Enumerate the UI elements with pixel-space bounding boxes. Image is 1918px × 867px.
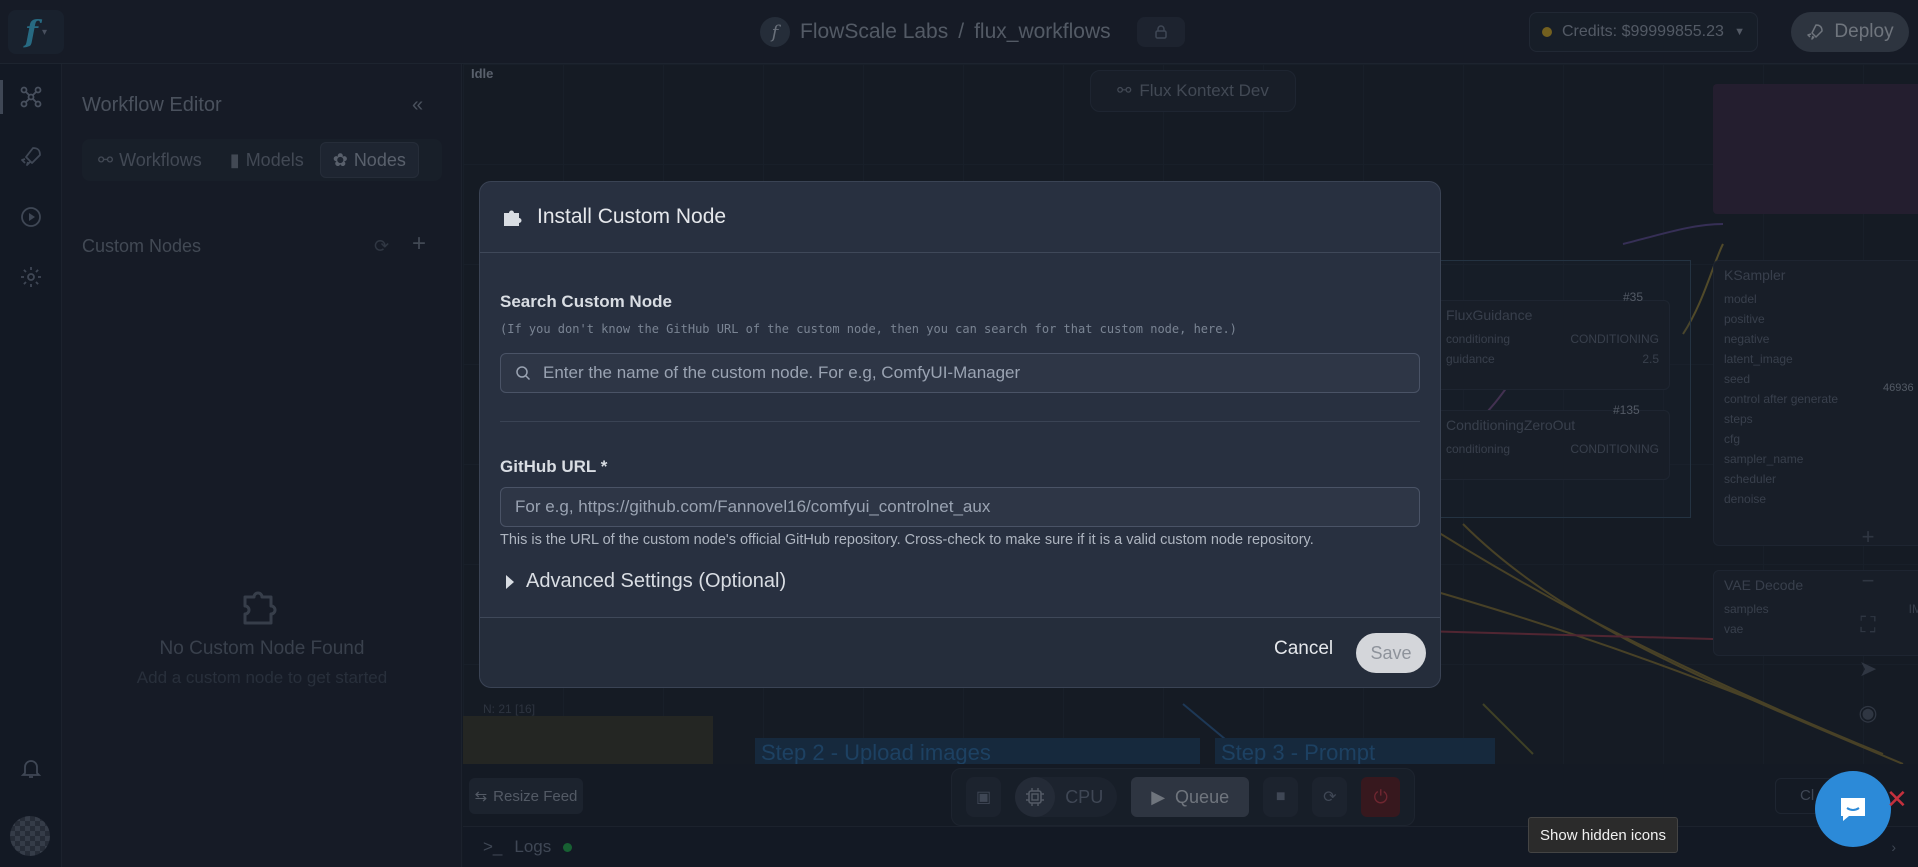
- dialog-title: Install Custom Node: [537, 205, 727, 228]
- save-button[interactable]: Save: [1356, 633, 1426, 673]
- chat-bubble-icon: [1841, 798, 1865, 821]
- github-url-help: This is the URL of the custom node's off…: [500, 532, 1314, 548]
- search-icon: [516, 366, 531, 381]
- puzzle-icon: [504, 210, 522, 226]
- divider: [500, 421, 1420, 422]
- app-root: f ▾ f FlowScale Labs / flux_workflows Cr…: [0, 0, 1918, 867]
- search-hint: (If you don't know the GitHub URL of the…: [500, 322, 1237, 336]
- advanced-settings-toggle[interactable]: Advanced Settings (Optional): [500, 570, 786, 593]
- dialog-header: Install Custom Node: [480, 182, 1440, 253]
- cancel-button[interactable]: Cancel: [1274, 638, 1333, 660]
- search-placeholder: Enter the name of the custom node. For e…: [543, 363, 1021, 382]
- dialog-footer: Cancel Save: [480, 617, 1440, 687]
- advanced-settings-label: Advanced Settings (Optional): [526, 570, 787, 592]
- search-input[interactable]: Enter the name of the custom node. For e…: [500, 353, 1420, 393]
- github-url-label: GitHub URL *: [500, 457, 608, 476]
- chat-widget-button[interactable]: [1815, 771, 1891, 847]
- github-url-placeholder: For e.g, https://github.com/Fannovel16/c…: [515, 497, 991, 516]
- close-icon[interactable]: ✕: [1886, 784, 1908, 815]
- install-custom-node-dialog: Install Custom Node Search Custom Node (…: [479, 181, 1441, 688]
- search-label: Search Custom Node: [500, 292, 672, 311]
- github-url-input[interactable]: For e.g, https://github.com/Fannovel16/c…: [500, 487, 1420, 527]
- caret-right-icon: [506, 574, 514, 589]
- tooltip: Show hidden icons: [1528, 817, 1678, 853]
